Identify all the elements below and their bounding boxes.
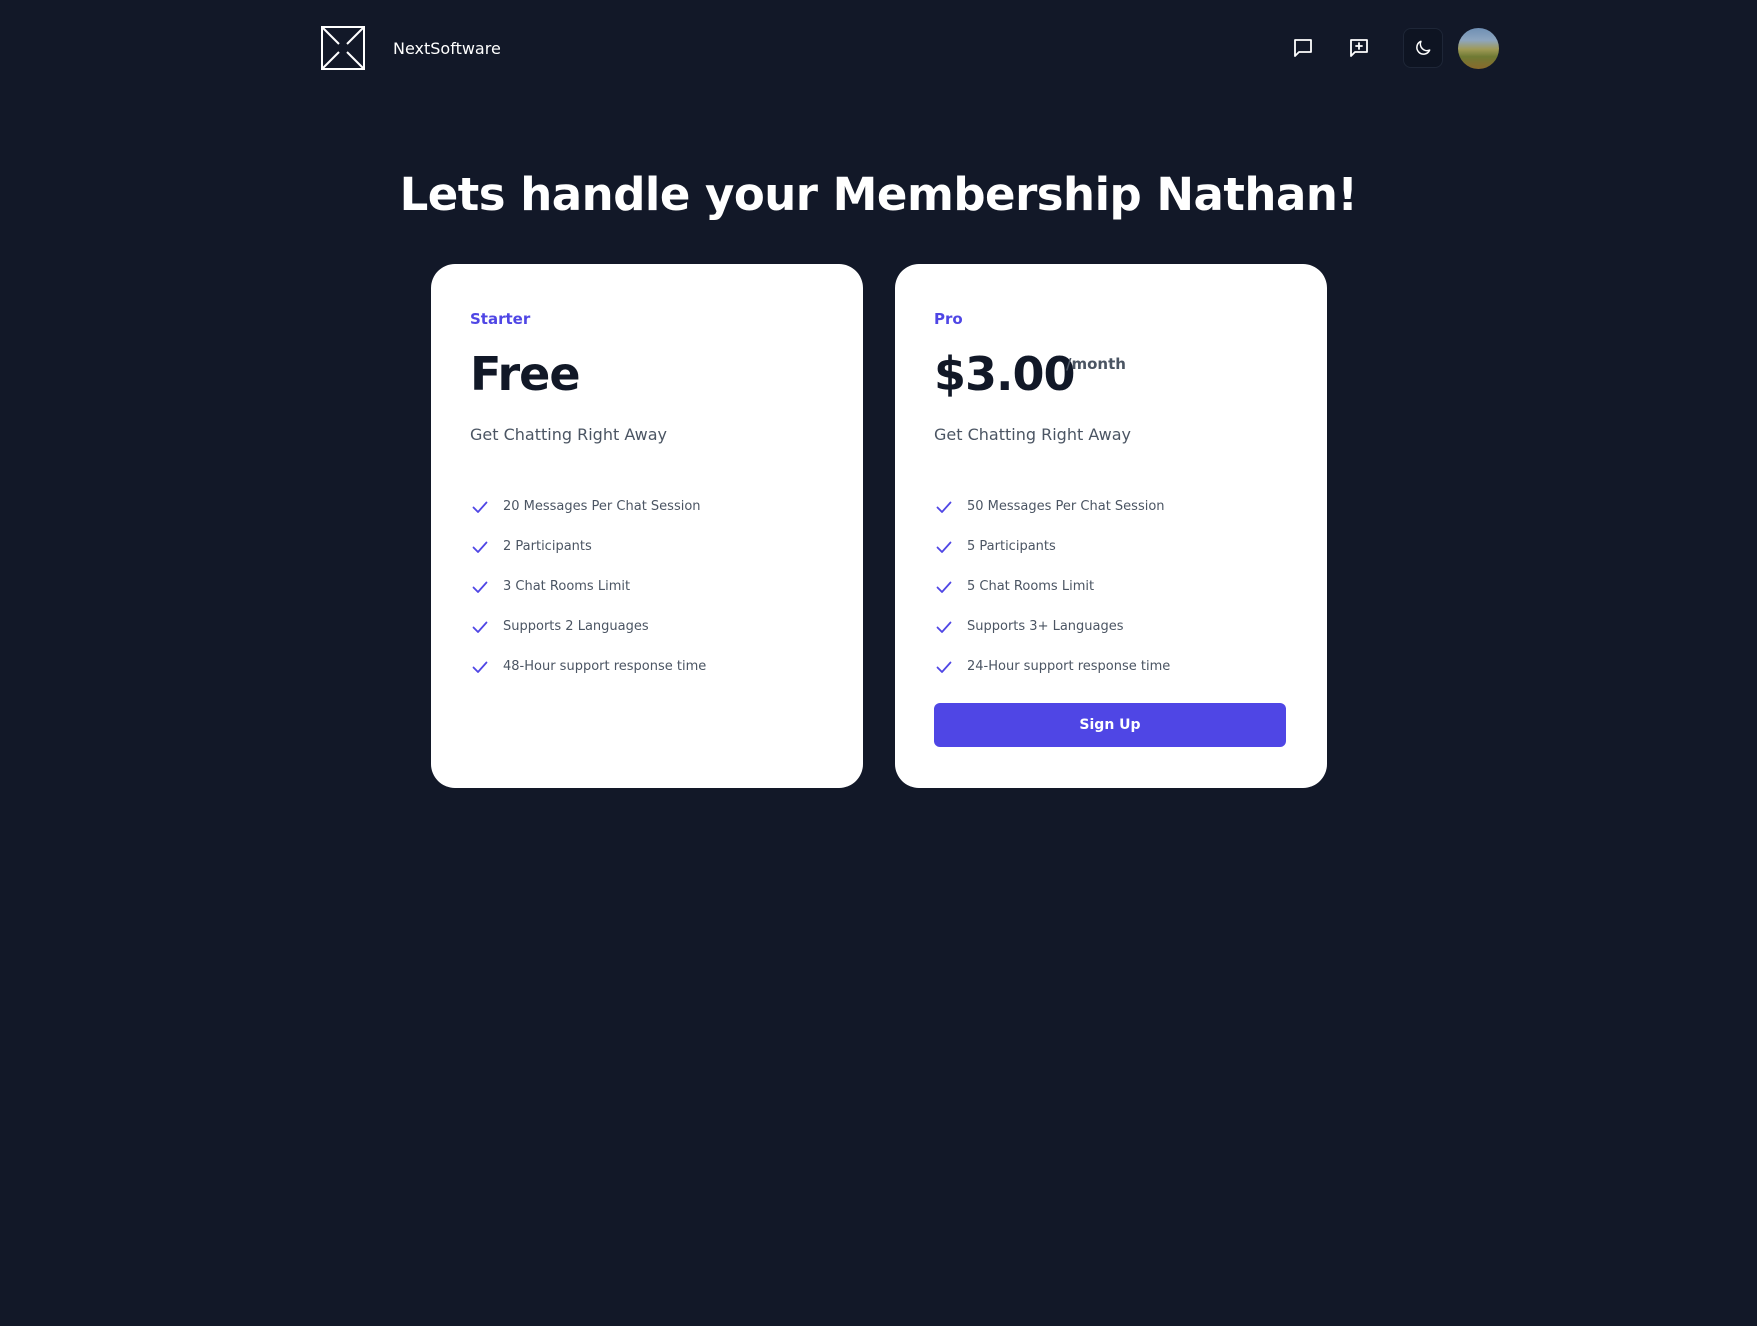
theme-toggle-button[interactable] — [1403, 28, 1443, 68]
plan-tagline: Get Chatting Right Away — [934, 425, 1131, 444]
starter-plan-card: Starter Free Get Chatting Right Away 20 … — [431, 264, 863, 788]
feature-text: Supports 2 Languages — [503, 619, 649, 634]
feature-item: 20 Messages Per Chat Session — [470, 487, 706, 527]
new-chat-button[interactable] — [1339, 28, 1379, 68]
feature-text: Supports 3+ Languages — [967, 619, 1124, 634]
feature-text: 20 Messages Per Chat Session — [503, 499, 701, 514]
message-square-icon — [1294, 39, 1312, 57]
feature-item: Supports 3+ Languages — [934, 607, 1170, 647]
feature-item: 2 Participants — [470, 527, 706, 567]
feature-list: 20 Messages Per Chat Session 2 Participa… — [470, 487, 706, 687]
plan-tier: Pro — [934, 310, 963, 328]
feature-text: 24-Hour support response time — [967, 659, 1171, 674]
brand-name[interactable]: NextSoftware — [393, 38, 501, 60]
check-icon — [472, 661, 488, 673]
plan-tagline: Get Chatting Right Away — [470, 425, 667, 444]
feature-item: 24-Hour support response time — [934, 647, 1170, 687]
feature-text: 5 Chat Rooms Limit — [967, 579, 1095, 594]
feature-text: 2 Participants — [503, 539, 592, 554]
check-icon — [472, 541, 488, 553]
plan-price: $3.00 — [934, 347, 1076, 401]
plan-price: Free — [470, 347, 581, 401]
page-title: Lets handle your Membership Nathan! — [399, 168, 1358, 221]
user-avatar[interactable] — [1458, 28, 1499, 69]
check-icon — [472, 621, 488, 633]
site-header: NextSoftware — [0, 0, 1757, 100]
feature-item: 5 Participants — [934, 527, 1170, 567]
feature-text: 48-Hour support response time — [503, 659, 707, 674]
feature-item: Supports 2 Languages — [470, 607, 706, 647]
plan-tier: Starter — [470, 310, 531, 328]
check-icon — [936, 581, 952, 593]
feature-item: 5 Chat Rooms Limit — [934, 567, 1170, 607]
feature-item: 50 Messages Per Chat Session — [934, 487, 1170, 527]
feature-list: 50 Messages Per Chat Session 5 Participa… — [934, 487, 1170, 687]
feature-item: 48-Hour support response time — [470, 647, 706, 687]
check-icon — [472, 581, 488, 593]
check-icon — [936, 621, 952, 633]
check-icon — [936, 501, 952, 513]
plan-period: /month — [1066, 355, 1126, 373]
feature-text: 3 Chat Rooms Limit — [503, 579, 631, 594]
check-icon — [936, 541, 952, 553]
feature-text: 5 Participants — [967, 539, 1056, 554]
message-square-plus-icon — [1350, 39, 1368, 57]
logo-mark-icon[interactable] — [321, 26, 365, 70]
sign-up-button[interactable]: Sign Up — [934, 703, 1286, 747]
feature-item: 3 Chat Rooms Limit — [470, 567, 706, 607]
pro-plan-card: Pro $3.00 /month Get Chatting Right Away… — [895, 264, 1327, 788]
check-icon — [472, 501, 488, 513]
feature-text: 50 Messages Per Chat Session — [967, 499, 1165, 514]
check-icon — [936, 661, 952, 673]
moon-icon — [1416, 40, 1431, 55]
chats-button[interactable] — [1283, 28, 1323, 68]
